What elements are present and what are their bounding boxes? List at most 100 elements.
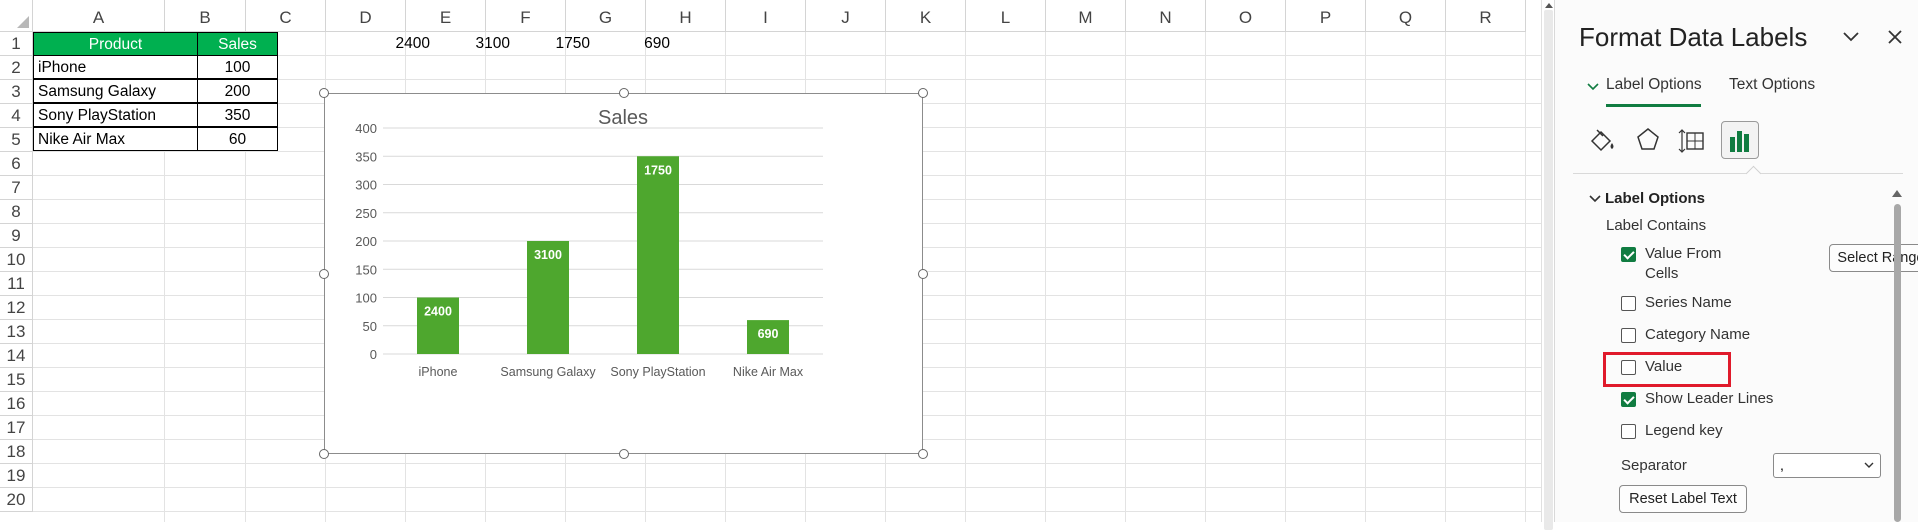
data-label: 690 (758, 327, 779, 341)
row-header[interactable]: 11 (0, 272, 33, 296)
x-category-label: Nike Air Max (733, 365, 804, 379)
cell-E1[interactable]: 3100 (438, 32, 518, 56)
cell-G1[interactable]: 690 (598, 32, 678, 56)
chevron-down-icon[interactable] (1841, 26, 1861, 52)
row-header[interactable]: 16 (0, 392, 33, 416)
spreadsheet-grid[interactable]: ABCDEFGHIJKLMNOPQR 1 2 3 4 5 6 7 8 9 10 11 12 13 14 15… (0, 0, 1541, 522)
row-header[interactable]: 10 (0, 248, 33, 272)
row-header[interactable]: 4 (0, 104, 33, 128)
column-header[interactable]: P (1286, 0, 1366, 32)
column-header[interactable]: C (246, 0, 326, 32)
effects-button[interactable] (1629, 121, 1667, 159)
pane-scrollbar[interactable] (1891, 186, 1903, 522)
resize-handle-bottom-center[interactable] (619, 449, 629, 459)
column-header[interactable]: D (326, 0, 406, 32)
column-header[interactable]: A (33, 0, 165, 32)
resize-handle-middle-left[interactable] (319, 269, 329, 279)
header-cell-product[interactable]: Product (33, 32, 198, 56)
cell-F1[interactable]: 1750 (518, 32, 598, 56)
row-header[interactable]: 8 (0, 200, 33, 224)
row-header[interactable]: 19 (0, 464, 33, 488)
section-label-options[interactable]: Label Options (1589, 190, 1706, 207)
bar-chart-icon (1730, 131, 1749, 152)
column-header[interactable]: B (165, 0, 246, 32)
chevron-down-icon (1587, 83, 1599, 91)
scroll-up-icon[interactable] (1545, 3, 1553, 8)
chevron-down-icon (1589, 195, 1601, 203)
row-header[interactable]: 2 (0, 56, 33, 80)
header-cell-sales[interactable]: Sales (197, 32, 278, 56)
select-range-button[interactable]: Select Range... (1829, 244, 1918, 272)
row-header[interactable]: 9 (0, 224, 33, 248)
row-header[interactable]: 20 (0, 488, 33, 512)
scroll-up-icon[interactable] (1892, 190, 1902, 197)
option-label: Show Leader Lines (1645, 390, 1774, 407)
row-header[interactable]: 17 (0, 416, 33, 440)
row-header[interactable]: 6 (0, 152, 33, 176)
column-header[interactable]: K (886, 0, 966, 32)
column-header[interactable]: I (726, 0, 806, 32)
checkbox-legend-key[interactable] (1621, 424, 1636, 439)
checkbox-series-name[interactable] (1621, 296, 1636, 311)
section-title: Label Options (1605, 190, 1706, 207)
row-header[interactable]: 7 (0, 176, 33, 200)
x-category-label: iPhone (419, 365, 458, 379)
row-header[interactable]: 15 (0, 368, 33, 392)
option-label: Legend key (1645, 422, 1723, 439)
column-header[interactable]: G (566, 0, 646, 32)
table-cell-sales[interactable]: 200 (197, 79, 278, 103)
table-cell-product[interactable]: Nike Air Max (33, 127, 198, 151)
row-header[interactable]: 1 (0, 32, 33, 56)
table-cell-sales[interactable]: 350 (197, 103, 278, 127)
table-cell-product[interactable]: iPhone (33, 55, 198, 79)
select-all-corner[interactable] (0, 0, 33, 32)
table-cell-product[interactable]: Samsung Galaxy (33, 79, 198, 103)
column-header[interactable]: L (966, 0, 1046, 32)
table-cell-product[interactable]: Sony PlayStation (33, 103, 198, 127)
tab-text-options[interactable]: Text Options (1729, 76, 1815, 94)
checkbox-category-name[interactable] (1621, 328, 1636, 343)
y-tick-label: 300 (355, 178, 377, 193)
label-options-button[interactable] (1721, 121, 1759, 159)
column-header[interactable]: O (1206, 0, 1286, 32)
resize-handle-top-left[interactable] (319, 88, 329, 98)
reset-label-text-button[interactable]: Reset Label Text (1619, 485, 1747, 513)
column-header[interactable]: H (646, 0, 726, 32)
chart-area[interactable]: Sales 0 50 100 150 200 250 300 350 400 2400 iPhone 3… (324, 93, 923, 454)
x-category-label: Samsung Galaxy (500, 365, 596, 379)
checkbox-value-from-cells[interactable] (1621, 247, 1636, 262)
pane-title: Format Data Labels (1579, 22, 1808, 52)
column-header[interactable]: R (1446, 0, 1526, 32)
column-header[interactable]: M (1046, 0, 1126, 32)
close-icon[interactable] (1887, 28, 1903, 51)
row-header[interactable]: 3 (0, 80, 33, 104)
table-cell-sales[interactable]: 60 (197, 127, 278, 151)
column-header[interactable]: F (486, 0, 566, 32)
column-header[interactable]: J (806, 0, 886, 32)
row-header[interactable]: 18 (0, 440, 33, 464)
resize-handle-middle-right[interactable] (918, 269, 928, 279)
resize-handle-bottom-right[interactable] (918, 449, 928, 459)
active-tab-indicator (1606, 104, 1701, 107)
column-header[interactable]: Q (1366, 0, 1446, 32)
row-header[interactable]: 14 (0, 344, 33, 368)
row-header[interactable]: 13 (0, 320, 33, 344)
checkbox-show-leader-lines[interactable] (1621, 392, 1636, 407)
row-header[interactable]: 5 (0, 128, 33, 152)
vertical-scrollbar[interactable] (1541, 0, 1555, 530)
fill-line-button[interactable] (1583, 121, 1621, 159)
size-properties-button[interactable] (1675, 121, 1713, 159)
paint-bucket-icon (1590, 129, 1614, 152)
bar-chart[interactable]: Sales 0 50 100 150 200 250 300 350 400 2400 iPhone 3… (325, 94, 922, 453)
resize-handle-top-right[interactable] (918, 88, 928, 98)
row-header[interactable]: 12 (0, 296, 33, 320)
scrollbar-thumb[interactable] (1894, 204, 1901, 522)
cell-D1[interactable]: 2400 (358, 32, 438, 56)
column-header[interactable]: N (1126, 0, 1206, 32)
scrollbar-thumb[interactable] (1544, 10, 1553, 530)
separator-dropdown[interactable]: , (1773, 453, 1881, 478)
column-header[interactable]: E (406, 0, 486, 32)
resize-handle-bottom-left[interactable] (319, 449, 329, 459)
table-cell-sales[interactable]: 100 (197, 55, 278, 79)
resize-handle-top-center[interactable] (619, 88, 629, 98)
